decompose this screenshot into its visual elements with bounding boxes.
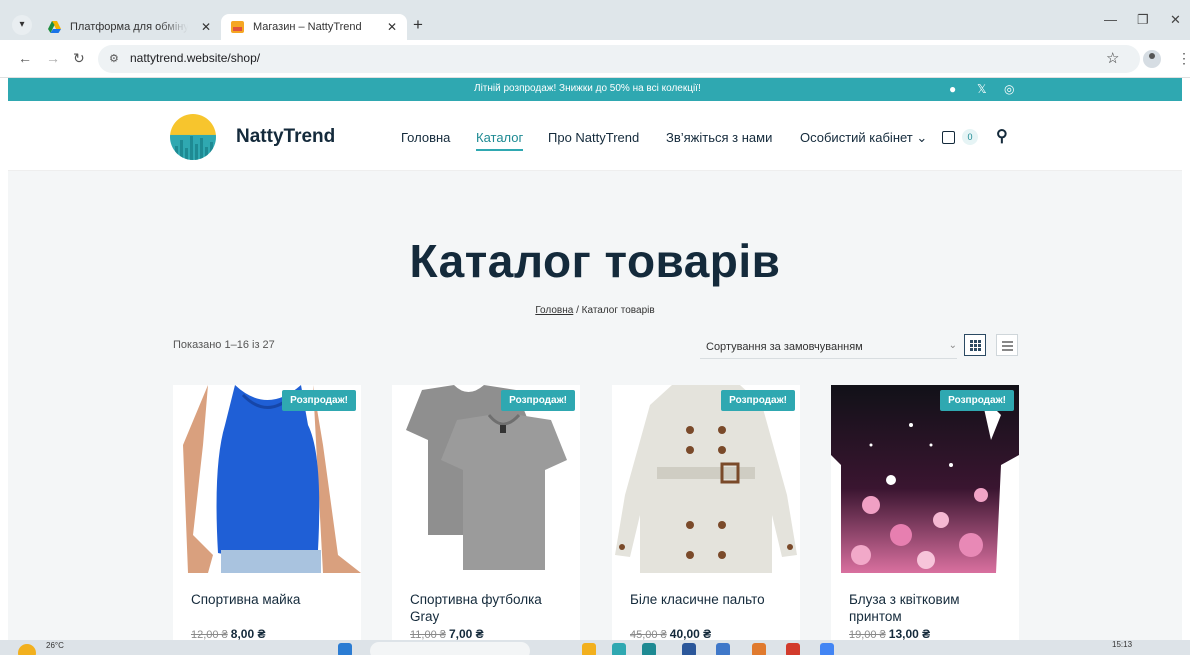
powerpoint-icon[interactable] [752,643,766,655]
back-icon[interactable]: ← [18,50,32,66]
product-price: 12,00 ₴ 8,00 ₴ [191,627,265,640]
tab-search-icon[interactable]: ▾ [12,15,32,35]
grid-view-button[interactable] [964,334,986,356]
minimize-icon[interactable]: — [1104,12,1117,27]
sort-select[interactable]: Сортування за замовчуванням ⌄ [700,335,957,359]
promo-bar: Літній розпродаж! Знижки до 50% на всі к… [8,78,1182,101]
floral-blouse-image [831,385,1019,573]
browser-tab-drive[interactable]: Платформа для обміну файлами ✕ [38,14,221,40]
cart-icon[interactable] [942,131,955,144]
breadcrumb-home-link[interactable]: Головна [535,305,573,316]
close-icon[interactable]: ✕ [1170,12,1181,28]
old-price: 11,00 ₴ [410,629,446,640]
x-icon[interactable]: 𝕏 [977,82,987,96]
product-title[interactable]: Блуза з квітковим принтом [849,591,1009,625]
browser-tab-shop[interactable]: Магазин – NattyTrend ✕ [221,14,407,40]
clock: 15:13 [1112,640,1133,649]
os-taskbar: 26°C 15:13 [0,640,1190,655]
product-image[interactable]: Розпродаж! [392,385,580,573]
new-tab-button[interactable]: + [413,14,423,36]
store-icon[interactable] [642,643,656,655]
chevron-down-icon: ⌄ [948,340,957,351]
product-card[interactable]: Розпродаж! Спортивна футболка Gray 11,00… [392,385,580,640]
browser-tab-bar: ▾ Платформа для обміну файлами ✕ Магазин… [0,0,1190,40]
result-count: Показано 1–16 із 27 [173,339,275,351]
product-price: 45,00 ₴ 40,00 ₴ [630,627,711,640]
breadcrumb-current: / Каталог товарів [576,305,655,316]
nav-catalog[interactable]: Каталог [476,130,524,151]
tab-close-icon[interactable]: ✕ [201,14,211,40]
cart-count-badge: 0 [962,129,978,145]
taskbar-search[interactable] [370,642,530,655]
breadcrumb: Головна / Каталог товарів [0,305,1190,316]
url-field[interactable]: ⚙ nattytrend.website/shop/ [98,45,1140,73]
site-info-icon[interactable]: ⚙ [109,52,119,65]
old-price: 45,00 ₴ [630,629,667,640]
product-price: 19,00 ₴ 13,00 ₴ [849,627,930,640]
new-price: 7,00 ₴ [448,627,484,640]
nav-about[interactable]: Про NattyTrend [548,130,639,145]
weather-icon[interactable] [18,644,36,655]
tab-title: Магазин – NattyTrend [253,21,362,33]
reload-icon[interactable]: ↻ [73,50,85,67]
white-coat-image [612,385,800,573]
nav-contact[interactable]: Зв’яжіться з нами [666,130,772,145]
product-title[interactable]: Спортивна майка [191,591,351,608]
new-price: 13,00 ₴ [888,627,931,640]
chrome-icon[interactable] [820,643,834,655]
url-text: nattytrend.website/shop/ [130,51,261,65]
tab-title: Платформа для обміну файлами [70,21,188,33]
star-icon[interactable]: ☆ [1106,49,1119,67]
product-price: 11,00 ₴ 7,00 ₴ [410,627,484,640]
app-icon[interactable] [786,643,800,655]
edge-icon[interactable] [612,643,626,655]
google-drive-icon [48,21,61,33]
product-image[interactable]: Розпродаж! [612,385,800,573]
promo-text: Літній розпродаж! Знижки до 50% на всі к… [474,83,701,94]
product-card[interactable]: Розпродаж! Спортивна майка 12,00 ₴ 8,00 … [173,385,361,640]
new-price: 40,00 ₴ [669,627,712,640]
forward-icon[interactable]: → [46,50,60,66]
page-title: Каталог товарів [409,235,781,287]
profile-icon[interactable] [1143,50,1161,68]
product-image[interactable]: Розпродаж! [173,385,361,573]
app-icon[interactable] [716,643,730,655]
nav-home[interactable]: Головна [401,130,450,145]
list-view-button[interactable] [996,334,1018,356]
site-favicon [231,21,244,33]
sale-badge: Розпродаж! [501,390,575,411]
address-bar-row: ← → ↻ ⚙ nattytrend.website/shop/ ☆ ⋮ [0,40,1190,78]
facebook-icon[interactable]: ● [949,82,956,96]
sale-badge: Розпродаж! [721,390,795,411]
product-title[interactable]: Спортивна футболка Gray [410,591,570,625]
tab-close-icon[interactable]: ✕ [387,14,397,40]
search-icon[interactable]: ⚲ [996,126,1008,146]
word-icon[interactable] [682,643,696,655]
new-price: 8,00 ₴ [230,627,266,640]
instagram-icon[interactable]: ◎ [1004,82,1014,96]
menu-icon[interactable]: ⋮ [1177,50,1190,67]
weather-temperature: 26°C [46,641,64,650]
sale-badge: Розпродаж! [940,390,1014,411]
logo-text[interactable]: NattyTrend [236,126,335,148]
file-explorer-icon[interactable] [582,643,596,655]
restore-icon[interactable]: ❐ [1137,12,1149,28]
web-page: Літній розпродаж! Знижки до 50% на всі к… [0,78,1190,640]
start-icon[interactable] [338,643,352,655]
sale-badge: Розпродаж! [282,390,356,411]
sort-select-value: Сортування за замовчуванням [706,341,863,353]
product-card[interactable]: Розпродаж! Біле класичне пальто 45,00 ₴ … [612,385,800,640]
product-title[interactable]: Біле класичне пальто [630,591,790,608]
tank-top-image [173,385,361,573]
product-image[interactable]: Розпродаж! [831,385,1019,573]
nav-account[interactable]: Особистий кабінет ⌄ [800,130,927,146]
old-price: 12,00 ₴ [191,629,228,640]
gray-tshirt-image [392,385,580,573]
old-price: 19,00 ₴ [849,629,886,640]
logo-icon[interactable] [170,114,216,160]
product-card[interactable]: Розпродаж! Блуза з квітковим принтом 19,… [831,385,1019,640]
